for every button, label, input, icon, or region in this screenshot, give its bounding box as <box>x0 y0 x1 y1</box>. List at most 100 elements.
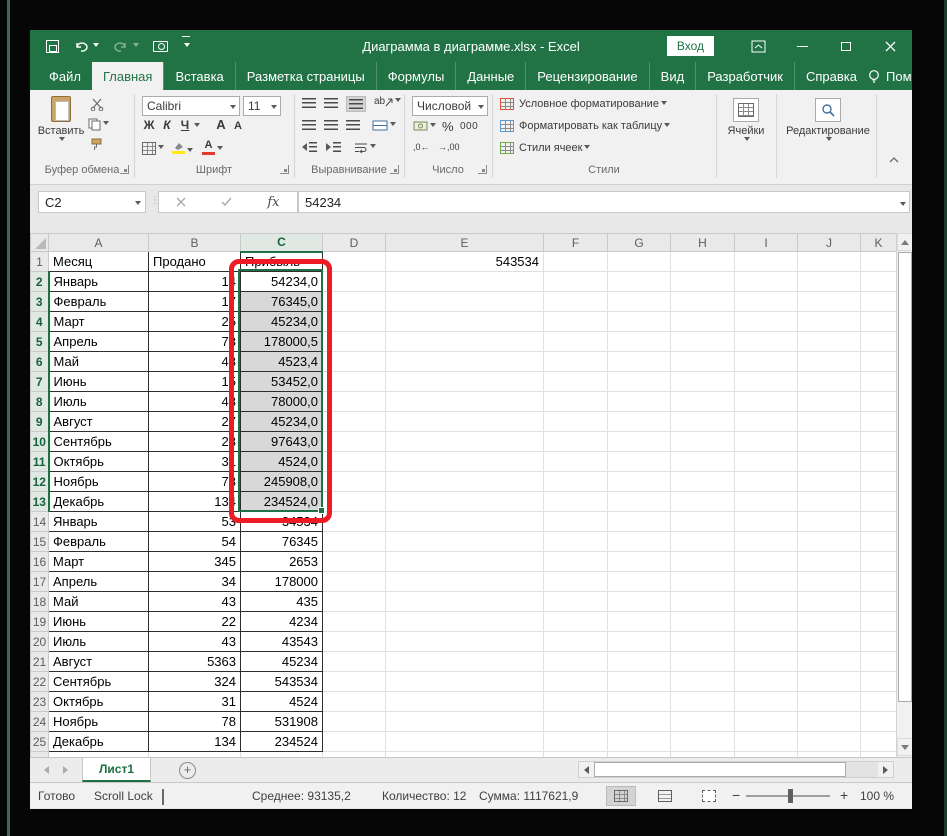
cell-I10[interactable] <box>734 431 798 452</box>
cell-A25[interactable]: Декабрь <box>48 731 149 752</box>
cell-H17[interactable] <box>670 571 735 592</box>
cell-I4[interactable] <box>734 311 798 332</box>
row-header-6[interactable]: 6 <box>30 351 50 372</box>
underline-button[interactable]: Ч <box>178 119 192 131</box>
sign-in-button[interactable]: Вход <box>666 36 714 56</box>
styles-item-2[interactable]: Стили ячеек <box>500 142 710 154</box>
grow-font-button[interactable]: А <box>214 118 228 131</box>
cell-I19[interactable] <box>734 611 798 632</box>
cell-B22[interactable]: 324 <box>148 671 241 692</box>
cell-B18[interactable]: 43 <box>148 591 241 612</box>
cell-B24[interactable]: 78 <box>148 711 241 732</box>
cell-H18[interactable] <box>670 591 735 612</box>
cell-B5[interactable]: 73 <box>148 331 241 352</box>
cell-B17[interactable]: 34 <box>148 571 241 592</box>
cell-I11[interactable] <box>734 451 798 472</box>
cell-D6[interactable] <box>322 351 386 372</box>
cell-J17[interactable] <box>797 571 861 592</box>
cell-C17[interactable]: 178000 <box>240 571 323 592</box>
menu-tab-8[interactable]: Разработчик <box>695 62 794 90</box>
cell-I6[interactable] <box>734 351 798 372</box>
cell-I22[interactable] <box>734 671 798 692</box>
cell-G24[interactable] <box>607 711 671 732</box>
cell-J24[interactable] <box>797 711 861 732</box>
editing-button[interactable]: Редактирование <box>782 98 874 144</box>
cell-J21[interactable] <box>797 651 861 672</box>
cell-J7[interactable] <box>797 371 861 392</box>
cell-J2[interactable] <box>797 271 861 292</box>
cell-B14[interactable]: 53 <box>148 511 241 532</box>
sheet-prev-button[interactable] <box>44 766 49 774</box>
cell-B6[interactable]: 43 <box>148 351 241 372</box>
cell-I17[interactable] <box>734 571 798 592</box>
cell-C6[interactable]: 4523,4 <box>240 351 323 372</box>
cell-I23[interactable] <box>734 691 798 712</box>
cell-I2[interactable] <box>734 271 798 292</box>
camera-button[interactable] <box>153 40 168 52</box>
row-header-5[interactable]: 5 <box>30 331 50 352</box>
cell-B7[interactable]: 15 <box>148 371 241 392</box>
underline-dropdown[interactable] <box>192 123 200 130</box>
cell-G8[interactable] <box>607 391 671 412</box>
clipboard-dialog-launcher[interactable] <box>120 165 129 174</box>
cell-D4[interactable] <box>322 311 386 332</box>
decrease-indent-button[interactable] <box>302 142 317 152</box>
cell-J10[interactable] <box>797 431 861 452</box>
cell-B25[interactable]: 134 <box>148 731 241 752</box>
cell-G25[interactable] <box>607 731 671 752</box>
expand-formula-bar[interactable] <box>898 197 906 215</box>
row-header-9[interactable]: 9 <box>30 411 50 432</box>
cell-A17[interactable]: Апрель <box>48 571 149 592</box>
cell-E1[interactable]: 543534 <box>385 251 544 272</box>
cell-K11[interactable] <box>860 451 896 472</box>
cell-F3[interactable] <box>543 291 608 312</box>
cell-E7[interactable] <box>385 371 544 392</box>
cell-D7[interactable] <box>322 371 386 392</box>
menu-tab-4[interactable]: Формулы <box>375 62 456 90</box>
column-header-A[interactable]: A <box>48 233 149 252</box>
menu-tab-9[interactable]: Справка <box>794 62 868 90</box>
cell-H9[interactable] <box>670 411 735 432</box>
copy-button[interactable] <box>88 118 109 131</box>
cell-J6[interactable] <box>797 351 861 372</box>
row-header-14[interactable]: 14 <box>30 511 49 532</box>
cell-E18[interactable] <box>385 591 544 612</box>
vertical-scroll-thumb[interactable] <box>898 252 912 702</box>
cell-B13[interactable]: 134 <box>148 491 241 512</box>
cell-C18[interactable]: 435 <box>240 591 323 612</box>
align-middle-button[interactable] <box>324 98 338 108</box>
row-header-8[interactable]: 8 <box>30 391 50 412</box>
cell-H14[interactable] <box>670 511 735 532</box>
cell-F23[interactable] <box>543 691 608 712</box>
cell-I25[interactable] <box>734 731 798 752</box>
cell-E23[interactable] <box>385 691 544 712</box>
number-dialog-launcher[interactable] <box>478 165 487 174</box>
alignment-dialog-launcher[interactable] <box>390 165 399 174</box>
cell-K6[interactable] <box>860 351 896 372</box>
cell-F14[interactable] <box>543 511 608 532</box>
cell-G19[interactable] <box>607 611 671 632</box>
cell-A5[interactable]: Апрель <box>48 331 149 352</box>
row-header-24[interactable]: 24 <box>30 711 49 732</box>
row-header-16[interactable]: 16 <box>30 551 49 572</box>
paste-button[interactable]: Вставить <box>38 96 84 144</box>
cell-D21[interactable] <box>322 651 386 672</box>
cell-H12[interactable] <box>670 471 735 492</box>
cell-I21[interactable] <box>734 651 798 672</box>
cell-B15[interactable]: 54 <box>148 531 241 552</box>
cell-F8[interactable] <box>543 391 608 412</box>
zoom-in-button[interactable]: + <box>840 787 848 803</box>
cell-F12[interactable] <box>543 471 608 492</box>
editing-dropdown-icon[interactable] <box>826 137 832 144</box>
cell-K4[interactable] <box>860 311 896 332</box>
cell-G17[interactable] <box>607 571 671 592</box>
fill-handle[interactable] <box>318 507 325 514</box>
cell-G22[interactable] <box>607 671 671 692</box>
cell-G1[interactable] <box>607 251 671 272</box>
page-layout-view-button[interactable] <box>650 786 680 806</box>
row-header-25[interactable]: 25 <box>30 731 49 752</box>
cells-button[interactable]: Ячейки <box>718 98 774 144</box>
cell-K7[interactable] <box>860 371 896 392</box>
cell-C1[interactable]: Прибыль <box>240 251 323 272</box>
row-header-12[interactable]: 12 <box>30 471 50 492</box>
